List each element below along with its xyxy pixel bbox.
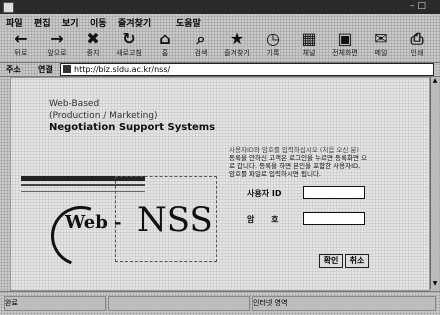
history-icon: ◷ [266, 29, 280, 48]
page-content: Web-Based (Production / Marketing) Negot… [10, 77, 430, 291]
print-button[interactable]: ⎙ 인쇄 [400, 30, 434, 58]
instruction-line: 사용자ID와 암호를 입력하십시오 (처음 오신 분) [229, 146, 359, 154]
heading-line1: Web-Based [49, 99, 100, 109]
back-icon: ← [14, 29, 28, 48]
page-icon [63, 65, 71, 73]
favorites-button[interactable]: ★ 즐겨찾기 [220, 30, 254, 58]
back-button[interactable]: ← 뒤로 [4, 30, 38, 58]
history-button[interactable]: ◷ 기록 [256, 30, 290, 58]
instruction-line: 로 갑니다. 등록을 하면 본인을 포함한 사용자ID, [229, 162, 361, 170]
address-label: 주소 [6, 65, 21, 74]
logo-arc [41, 196, 121, 276]
stop-icon: ✖ [86, 29, 100, 48]
window-icon[interactable] [3, 2, 14, 13]
mail-button[interactable]: ✉ 메일 [364, 30, 398, 58]
forward-icon: → [50, 29, 64, 48]
toolbar: ← 뒤로 → 앞으로 ✖ 중지 ↻ 새로고침 ⌂ 홈 ⌕ 검색 ★ 즐겨찾기 ◷ 기록 ▦ 채널 … [0, 28, 440, 60]
scroll-up-icon[interactable]: ▲ [431, 77, 439, 85]
vertical-scrollbar[interactable]: ▲ ▼ [430, 77, 439, 289]
status-text: 완료 [4, 296, 106, 311]
print-icon: ⎙ [410, 29, 424, 48]
login-instructions: 사용자ID와 암호를 입력하십시오 (처음 오신 분) 등록을 안하신 고객은 … [229, 146, 425, 178]
url-text: http://biz.sldu.ac.kr/nss/ [74, 65, 171, 74]
refresh-button[interactable]: ↻ 새로고침 [112, 30, 146, 58]
page-title: Negotiation Support Systems [49, 122, 216, 133]
url-input[interactable]: http://biz.sldu.ac.kr/nss/ [60, 63, 434, 76]
heading-line2: (Production / Marketing) [49, 111, 158, 121]
password-label: 암 호 [247, 215, 279, 224]
confirm-button[interactable]: 확인 [319, 254, 343, 268]
instruction-line: 등록을 안하신 고객은 로그인을 누르면 등록화면 으 [229, 154, 367, 162]
home-button[interactable]: ⌂ 홈 [148, 30, 182, 58]
browser-window: – □ 파일 편집 보기 이동 즐겨찾기 도움말 ← 뒤로 → 앞으로 ✖ 중지 ↻ 새… [0, 0, 440, 315]
channels-icon: ▦ [301, 29, 317, 48]
address-bar: 주소 연결 http://biz.sldu.ac.kr/nss/ [0, 62, 440, 77]
password-input[interactable] [303, 212, 365, 225]
status-zone: 인터넷 영역 [252, 296, 436, 311]
links-button[interactable]: 연결 [38, 64, 53, 75]
logo-web-text: Web - [65, 212, 122, 233]
user-id-label: 사용자 ID [247, 189, 282, 198]
instruction-line: 암호를 파일로 입력하시면 됩니다. [229, 170, 321, 178]
title-bar: – □ [0, 0, 440, 14]
fullscreen-button[interactable]: ▣ 전체화면 [328, 30, 362, 58]
channels-button[interactable]: ▦ 채널 [292, 30, 326, 58]
fullscreen-icon: ▣ [337, 29, 353, 48]
window-controls[interactable]: – □ [410, 1, 426, 11]
status-progress [108, 296, 250, 311]
web-nss-logo: Web - NSS [21, 176, 231, 276]
search-icon: ⌕ [196, 29, 206, 48]
menu-bar: 파일 편집 보기 이동 즐겨찾기 도움말 [0, 14, 440, 29]
user-id-input[interactable] [303, 186, 365, 199]
search-button[interactable]: ⌕ 검색 [184, 30, 218, 58]
logo-nss-text: NSS [137, 200, 213, 240]
forward-button[interactable]: → 앞으로 [40, 30, 74, 58]
refresh-icon: ↻ [122, 29, 136, 48]
stop-button[interactable]: ✖ 중지 [76, 30, 110, 58]
scroll-down-icon[interactable]: ▼ [431, 280, 439, 288]
mail-icon: ✉ [374, 29, 388, 48]
favorites-icon: ★ [229, 29, 245, 48]
home-icon: ⌂ [159, 29, 171, 48]
cancel-button[interactable]: 취소 [345, 254, 369, 268]
status-bar: 완료 인터넷 영역 [0, 291, 440, 314]
